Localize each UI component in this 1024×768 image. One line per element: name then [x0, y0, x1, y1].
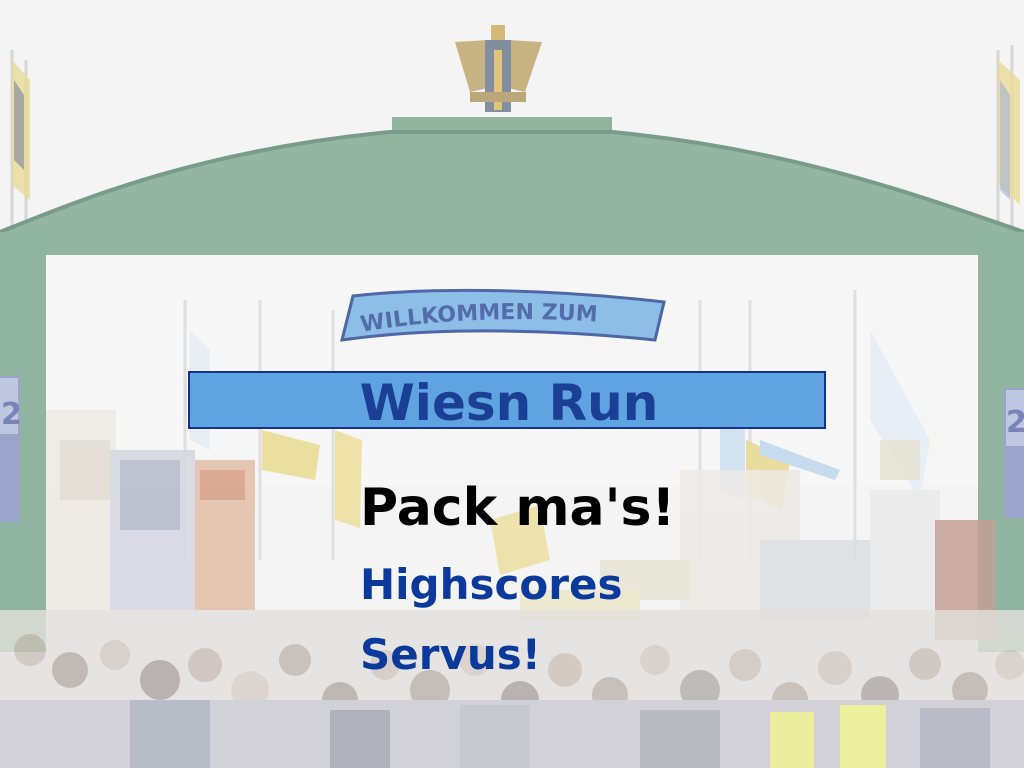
title-screen: 2 2 WILLKOMMEN ZUM Wiesn Run Pack ma's! … [0, 0, 1024, 768]
game-title-banner: Wiesn Run [188, 371, 826, 432]
menu-item-highscores[interactable]: Highscores [360, 560, 622, 609]
game-title: Wiesn Run [359, 374, 659, 432]
menu-item-start-game[interactable]: Pack ma's! [360, 478, 675, 538]
menu-item-quit[interactable]: Servus! [360, 630, 541, 679]
